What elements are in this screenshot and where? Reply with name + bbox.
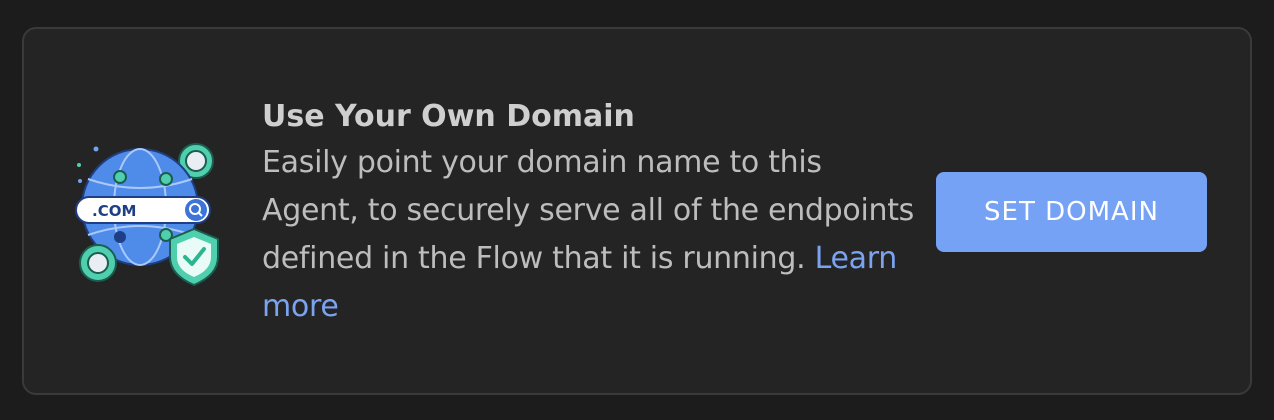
svg-text:.COM: .COM: [92, 202, 136, 220]
card-description: Easily point your domain name to this Ag…: [262, 139, 922, 331]
globe-domain-icon: .COM: [74, 139, 224, 289]
card-title: Use Your Own Domain: [262, 99, 635, 134]
domain-info: Use Your Own Domain Easily point your do…: [262, 95, 922, 331]
set-domain-button[interactable]: SET DOMAIN: [936, 172, 1207, 252]
custom-domain-card: .COM Use Your Own Domain Easily point yo…: [22, 27, 1252, 395]
